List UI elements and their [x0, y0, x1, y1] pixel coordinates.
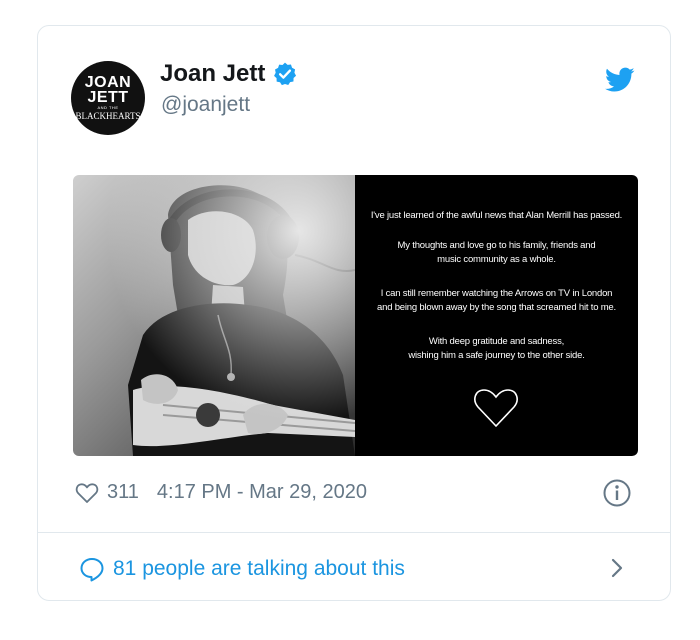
message-line-7: wishing him a safe journey to the other … [408, 350, 585, 361]
photo-guitarist[interactable] [73, 175, 355, 456]
author-name[interactable]: Joan Jett [160, 60, 265, 88]
author-name-row[interactable]: Joan Jett [160, 60, 298, 88]
message-line-2: My thoughts and love go to his family, f… [397, 240, 596, 251]
tweet-timestamp[interactable]: 4:17 PM - Mar 29, 2020 [157, 481, 367, 504]
twitter-bird-icon[interactable] [605, 67, 635, 93]
tweet-card: JOAN JETT AND THE BLACKHEARTS Joan Jett … [37, 25, 671, 601]
conversation-link[interactable]: 81 people are talking about this [79, 556, 405, 582]
like-count[interactable]: 311 [107, 481, 139, 504]
message-panel: I've just learned of the awful news that… [355, 175, 638, 456]
info-circle-icon[interactable] [602, 478, 632, 508]
heart-outline-icon [474, 389, 518, 428]
message-line-3: music community as a whole. [437, 254, 556, 265]
divider [38, 532, 670, 533]
avatar-text-line2: JETT [87, 89, 129, 106]
tweet-meta: 311 4:17 PM - Mar 29, 2020 [75, 481, 367, 504]
speech-bubble-icon [80, 558, 104, 582]
avatar[interactable]: JOAN JETT AND THE BLACKHEARTS [71, 61, 145, 135]
heart-outline-icon[interactable] [75, 482, 99, 504]
message-line-6: With deep gratitude and sadness, [428, 336, 565, 347]
avatar-text-line1: JOAN [84, 74, 132, 91]
author-handle[interactable]: @joanjett [161, 93, 250, 117]
chevron-right-icon[interactable] [608, 556, 626, 580]
message-line-1: I've just learned of the awful news that… [370, 210, 623, 221]
avatar-text-line4: BLACKHEARTS [75, 111, 141, 121]
conversation-text[interactable]: 81 people are talking about this [113, 557, 405, 581]
tweet-media[interactable]: I've just learned of the awful news that… [73, 175, 638, 456]
message-line-4: I can still remember watching the Arrows… [380, 288, 613, 299]
verified-badge-icon [274, 62, 297, 86]
message-line-5: and being blown away by the song that sc… [377, 302, 616, 313]
